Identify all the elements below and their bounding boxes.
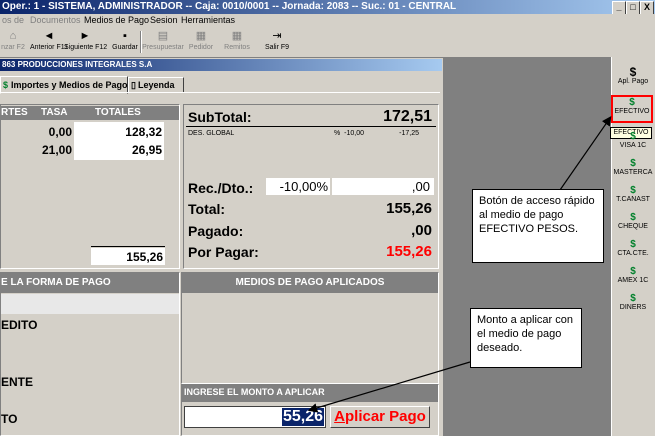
callout-arrow-monto xyxy=(307,361,471,413)
callout-monto: Monto a aplicar con el medio de pago des… xyxy=(470,308,582,368)
callout-efectivo: Botón de acceso rápido al medio de pago … xyxy=(472,189,604,263)
callout-arrow-efectivo xyxy=(559,116,612,191)
